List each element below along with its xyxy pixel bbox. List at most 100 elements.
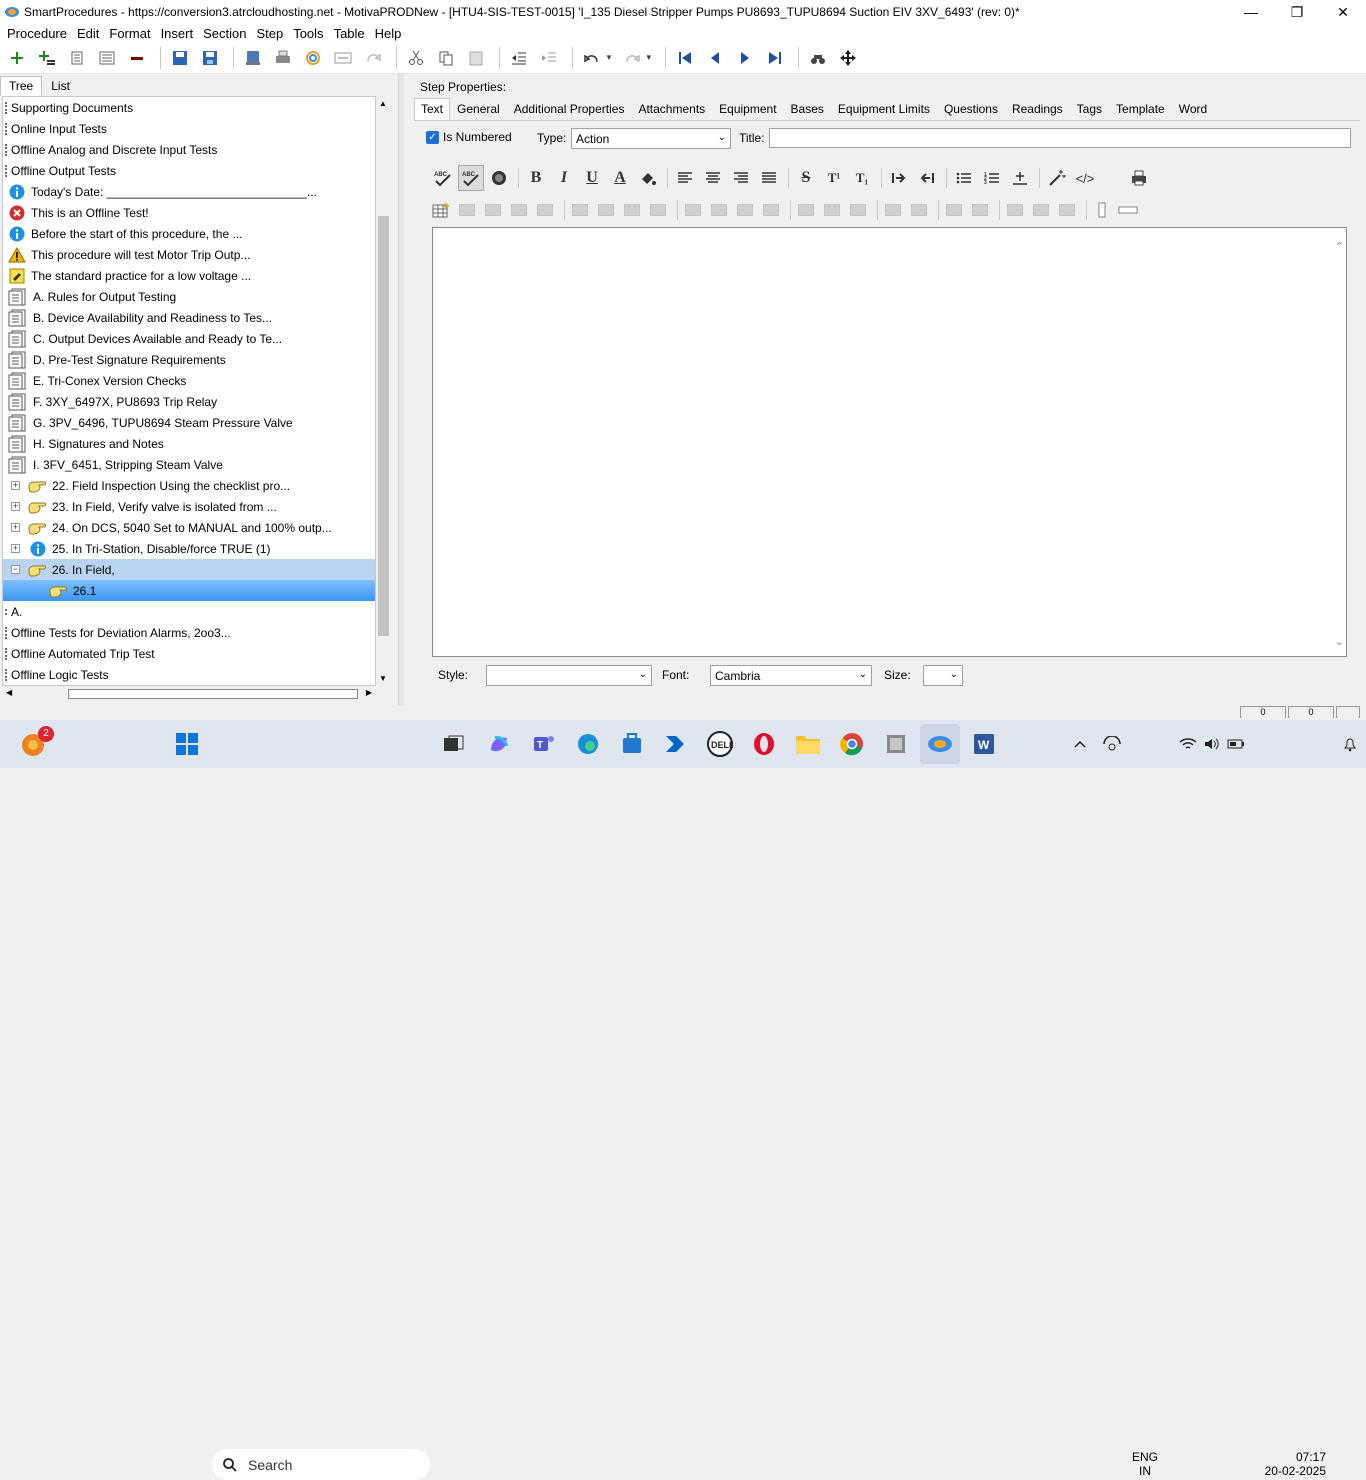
menu-insert[interactable]: Insert [156, 26, 199, 41]
tree-item[interactable]: +22. Field Inspection Using the checklis… [3, 475, 375, 496]
tree-item[interactable]: B. Device Availability and Readiness to … [3, 307, 375, 328]
tree-item[interactable]: A. Rules for Output Testing [3, 286, 375, 307]
bell-icon[interactable] [1330, 724, 1366, 764]
network-status-icon[interactable] [1092, 724, 1132, 764]
font-select[interactable]: Cambria ⌄ [710, 665, 872, 686]
tab-general[interactable]: General [450, 98, 507, 120]
row-above-icon[interactable] [795, 201, 817, 219]
minimize-button[interactable]: — [1228, 0, 1274, 24]
tree-item[interactable]: G. 3PV_6496, TUPU8694 Steam Pressure Val… [3, 412, 375, 433]
expand-icon[interactable]: + [11, 523, 20, 532]
input-language[interactable]: ENG IN [1132, 1450, 1158, 1478]
text-field-icon[interactable] [1091, 201, 1113, 219]
tree-item[interactable]: Offline Tests for Deviation Alarms, 2oo3… [3, 622, 375, 643]
tab-word[interactable]: Word [1172, 98, 1214, 120]
tab-list[interactable]: List [42, 76, 79, 96]
font-color-button[interactable]: A [607, 165, 633, 191]
tab-equipment-limits[interactable]: Equipment Limits [831, 98, 937, 120]
column-split-icon[interactable] [734, 201, 756, 219]
scroll-thumb[interactable] [68, 689, 358, 699]
field-icon[interactable] [330, 45, 356, 71]
italic-button[interactable]: I [551, 165, 577, 191]
tree-item[interactable]: +24. On DCS, 5040 Set to MANUAL and 100%… [3, 517, 375, 538]
tree-item[interactable]: +25. In Tri-Station, Disable/force TRUE … [3, 538, 375, 559]
tree-item[interactable]: Online Input Tests [3, 118, 375, 139]
delete-table-icon[interactable] [482, 201, 504, 219]
tree-item[interactable]: E. Tri-Conex Version Checks [3, 370, 375, 391]
table-grid-icon[interactable] [569, 201, 591, 219]
align-middle-icon[interactable] [1030, 201, 1052, 219]
align-bottom-icon[interactable] [1056, 201, 1078, 219]
next-icon[interactable] [732, 45, 758, 71]
expand-icon[interactable]: + [11, 481, 20, 490]
clock[interactable]: 07:17 20-02-2025 [1256, 1450, 1326, 1478]
list-icon[interactable] [64, 45, 90, 71]
app-launcher-icon[interactable] [876, 724, 916, 764]
pane-splitter[interactable] [398, 74, 404, 706]
save-copy-icon[interactable] [167, 45, 193, 71]
tab-readings[interactable]: Readings [1005, 98, 1070, 120]
tree-item[interactable]: F. 3XY_6497X, PU8693 Trip Relay [3, 391, 375, 412]
cut-icon[interactable] [403, 45, 429, 71]
move-icon[interactable] [835, 45, 861, 71]
tree-item[interactable]: This is an Offline Test! [3, 202, 375, 223]
maximize-button[interactable]: ❐ [1274, 0, 1320, 24]
last-icon[interactable] [762, 45, 788, 71]
copilot-icon[interactable] [479, 724, 519, 764]
battery-icon[interactable] [1216, 724, 1256, 764]
paste-icon[interactable] [463, 45, 489, 71]
row-split-icon[interactable] [847, 201, 869, 219]
tab-additional-properties[interactable]: Additional Properties [507, 98, 632, 120]
size-select[interactable]: ⌄ [923, 665, 963, 686]
scroll-down-icon[interactable]: ⌄ [1335, 635, 1344, 648]
upload-icon[interactable] [240, 45, 266, 71]
is-numbered-checkbox[interactable]: ✓ Is Numbered [426, 130, 512, 144]
tree-item[interactable]: Offline Output Tests [3, 160, 375, 181]
dell-icon[interactable]: DELL [700, 724, 740, 764]
outdent-icon[interactable] [506, 45, 532, 71]
menu-format[interactable]: Format [104, 26, 155, 41]
tab-equipment[interactable]: Equipment [712, 98, 783, 120]
bold-button[interactable]: B [523, 165, 549, 191]
teams-icon[interactable]: T [524, 724, 564, 764]
widget-icon[interactable]: 2 [14, 724, 54, 764]
add-icon[interactable] [4, 45, 30, 71]
tree-vertical-scrollbar[interactable]: ▲ ▼ [376, 96, 391, 686]
tree-item[interactable]: A. [3, 601, 375, 622]
scroll-up-icon[interactable]: ▲ [379, 99, 387, 108]
tree-item[interactable]: The standard practice for a low voltage … [3, 265, 375, 286]
expand-icon[interactable]: + [11, 544, 20, 553]
menu-procedure[interactable]: Procedure [2, 26, 72, 41]
undo-icon[interactable] [579, 45, 605, 71]
smartprocedures-taskbar-icon[interactable] [920, 724, 960, 764]
indent-decrease-icon[interactable] [914, 165, 940, 191]
column-merge-icon[interactable] [760, 201, 782, 219]
opera-icon[interactable] [744, 724, 784, 764]
align-justify-icon[interactable] [756, 165, 782, 191]
tab-tree[interactable]: Tree [0, 76, 43, 96]
tree-item[interactable]: Before the start of this procedure, the … [3, 223, 375, 244]
merge-cells-icon[interactable] [882, 201, 904, 219]
align-top-icon[interactable] [1004, 201, 1026, 219]
menu-edit[interactable]: Edit [72, 26, 104, 41]
horizontal-rule-icon[interactable] [1117, 201, 1139, 219]
add-child-icon[interactable] [34, 45, 60, 71]
indent-icon[interactable] [536, 45, 562, 71]
title-input[interactable] [769, 128, 1351, 148]
tab-template[interactable]: Template [1109, 98, 1172, 120]
remove-icon[interactable] [124, 45, 150, 71]
start-icon[interactable] [167, 724, 207, 764]
table-properties-icon[interactable] [456, 201, 478, 219]
printer-icon[interactable] [1126, 165, 1152, 191]
menu-step[interactable]: Step [251, 26, 288, 41]
chevron-down-icon[interactable]: ▼ [605, 53, 613, 62]
column-right-icon[interactable] [708, 201, 730, 219]
first-icon[interactable] [672, 45, 698, 71]
previous-icon[interactable] [702, 45, 728, 71]
cell-padding-icon[interactable] [943, 201, 965, 219]
redo-disabled-icon[interactable] [360, 45, 386, 71]
table-pencil-icon[interactable] [621, 201, 643, 219]
tab-text[interactable]: Text [414, 98, 451, 120]
bullet-list-icon[interactable] [951, 165, 977, 191]
align-right-icon[interactable] [728, 165, 754, 191]
